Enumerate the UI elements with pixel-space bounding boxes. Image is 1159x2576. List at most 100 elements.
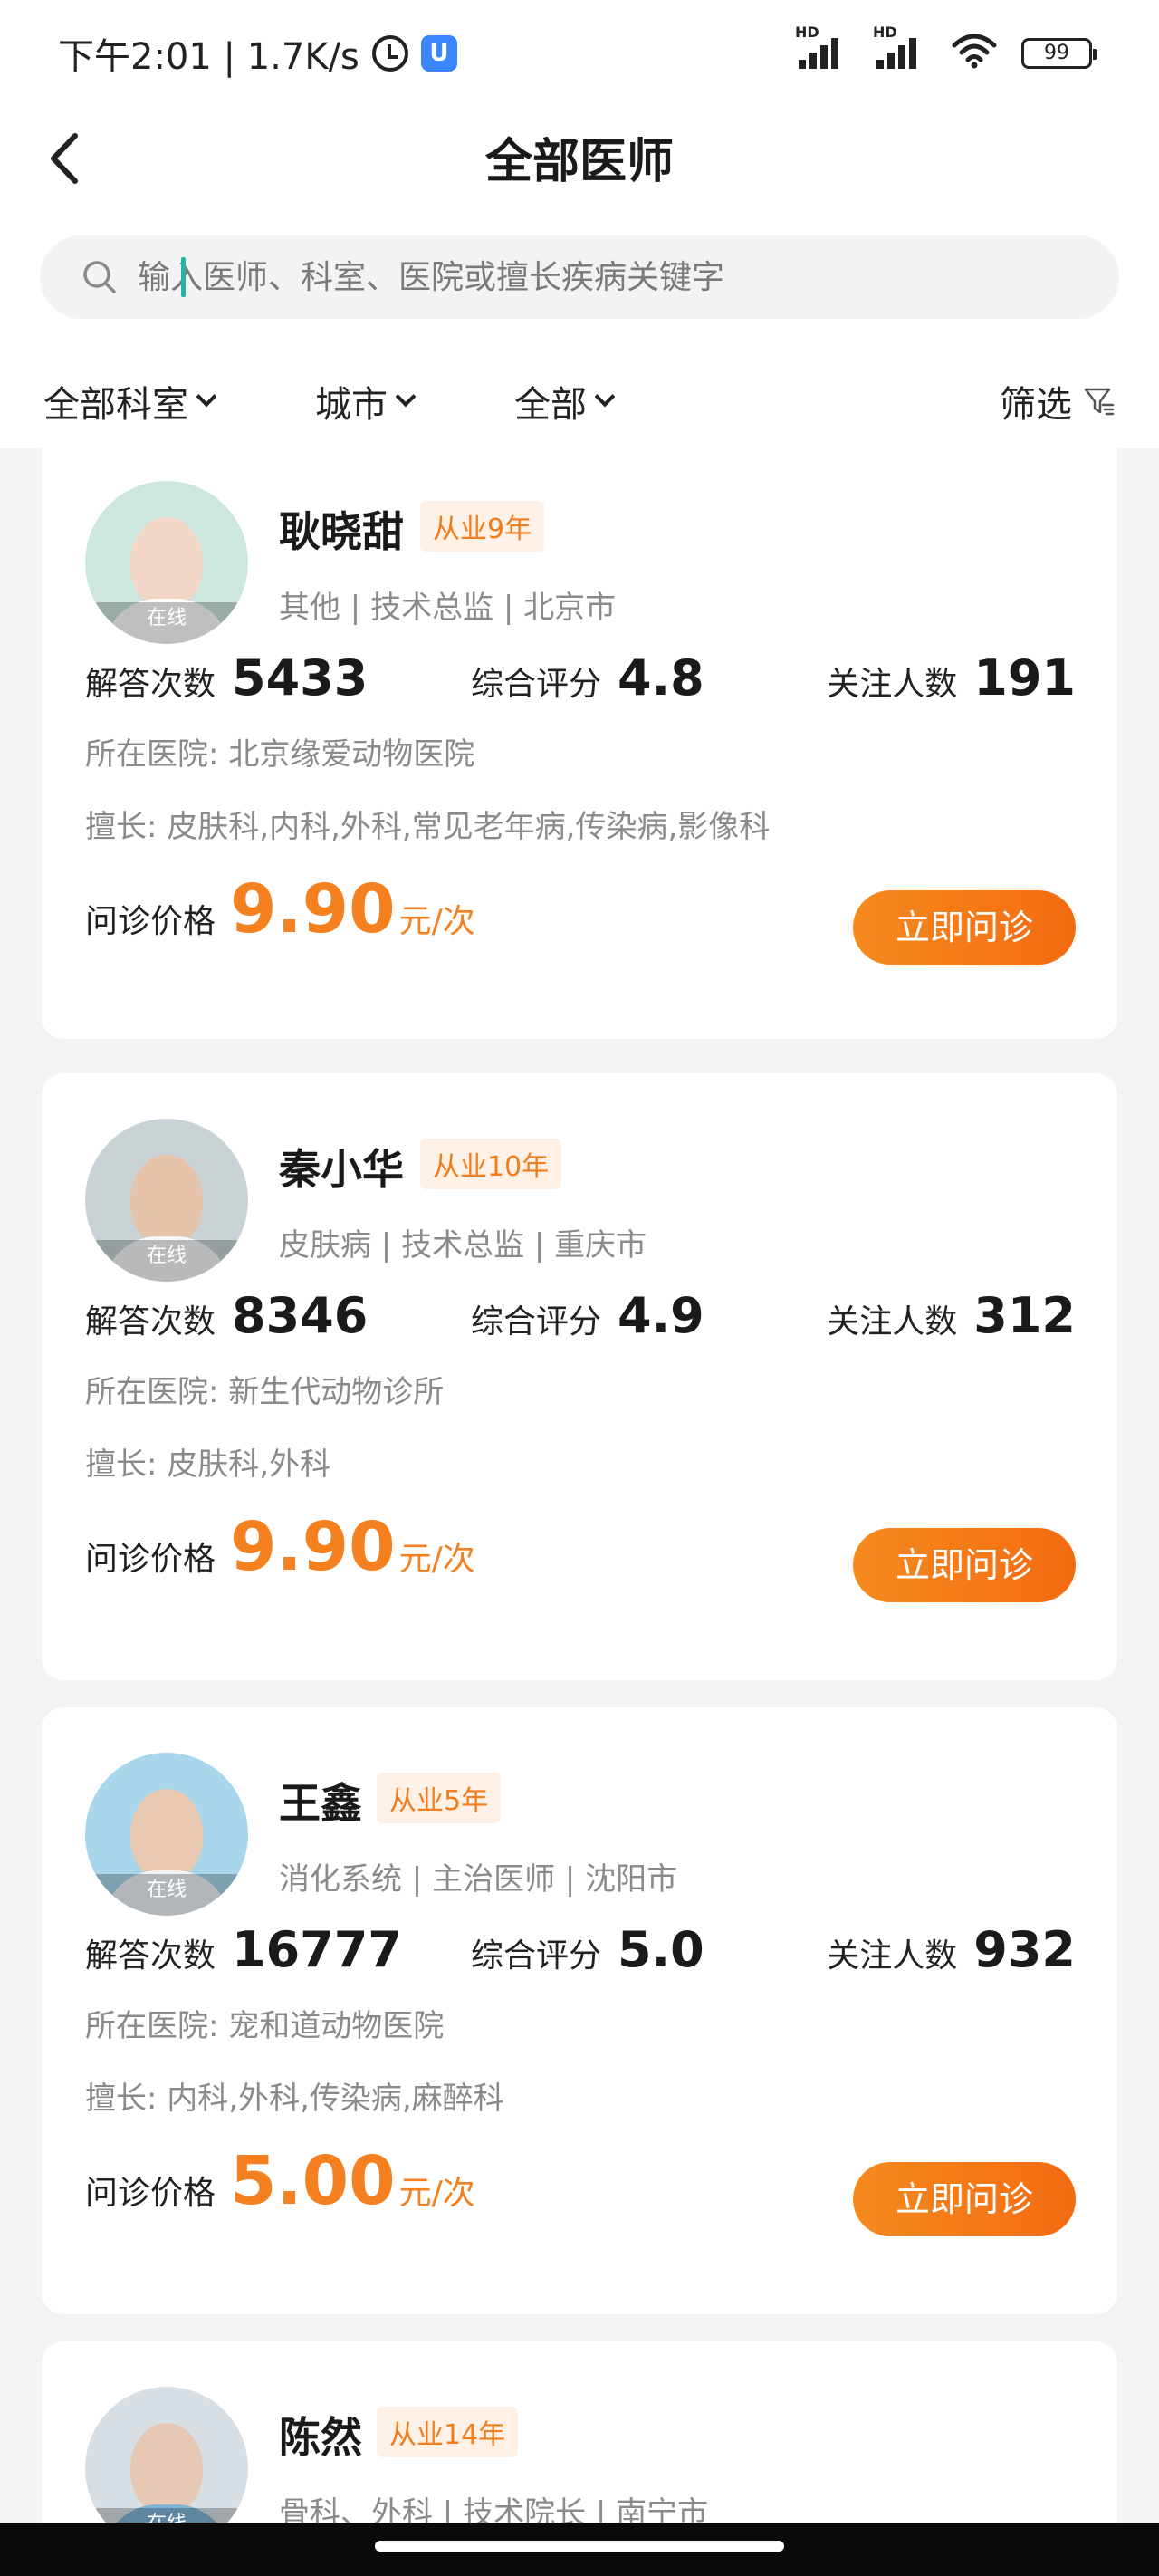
answers-stat: 解答次数 8346 bbox=[85, 1287, 368, 1344]
wifi-icon bbox=[952, 34, 997, 69]
chevron-down-icon bbox=[395, 386, 417, 408]
price-label: 问诊价格 bbox=[85, 2175, 216, 2212]
price-unit: 元/次 bbox=[398, 903, 475, 940]
online-label: 在线 bbox=[85, 1240, 248, 1282]
home-indicator[interactable] bbox=[375, 2541, 784, 2552]
doctor-name: 陈然 bbox=[279, 2413, 362, 2462]
online-label: 在线 bbox=[85, 2508, 248, 2523]
followers-label: 关注人数 bbox=[827, 1303, 958, 1341]
search-input[interactable] bbox=[138, 258, 1043, 296]
followers-value: 932 bbox=[973, 1921, 1076, 1978]
followers-value: 191 bbox=[973, 649, 1076, 706]
nav-bar: 全部医师 bbox=[0, 105, 1159, 223]
search-bar[interactable] bbox=[40, 235, 1119, 319]
rating-stat: 综合评分 4.9 bbox=[471, 1287, 704, 1344]
answers-stat: 解答次数 5433 bbox=[85, 649, 368, 706]
doctor-meta: 消化系统 | 主治医师 | 沈阳市 bbox=[279, 1861, 678, 1898]
alarm-icon bbox=[371, 35, 408, 72]
search-icon bbox=[80, 257, 120, 297]
rating-stat: 综合评分 4.8 bbox=[471, 649, 704, 706]
signal-sim2-icon: HD bbox=[873, 24, 927, 69]
answers-value: 16777 bbox=[232, 1921, 402, 1978]
rating-value: 4.9 bbox=[618, 1287, 704, 1344]
gesture-bar bbox=[0, 2523, 1159, 2576]
specialty-text: 擅长: 内科,外科,传染病,麻醉科 bbox=[85, 2081, 504, 2117]
doctor-meta: 骨科、外科 | 技术院长 | 南宁市 bbox=[279, 2495, 709, 2523]
online-label: 在线 bbox=[85, 602, 248, 644]
answers-label: 解答次数 bbox=[85, 1937, 216, 1975]
hospital-text: 所在医院: 北京缘爱动物医院 bbox=[85, 736, 475, 773]
doctor-list: 在线 耿晓甜 从业9年 其他 | 技术总监 | 北京市 解答次数 5433 综合… bbox=[0, 448, 1159, 2523]
price-row: 问诊价格 5.00 元/次 bbox=[85, 2142, 475, 2220]
price-value: 9.90 bbox=[230, 1508, 396, 1586]
doctor-avatar: 在线 bbox=[85, 2387, 248, 2523]
price-label: 问诊价格 bbox=[85, 903, 216, 940]
rating-label: 综合评分 bbox=[471, 1937, 602, 1975]
doctor-avatar: 在线 bbox=[85, 1119, 248, 1282]
rating-label: 综合评分 bbox=[471, 666, 602, 703]
price-value: 9.90 bbox=[230, 870, 396, 948]
doctor-avatar: 在线 bbox=[85, 1753, 248, 1916]
consult-button[interactable]: 立即问诊 bbox=[853, 1528, 1076, 1602]
filter-all-label: 全部 bbox=[514, 384, 587, 426]
answers-stat: 解答次数 16777 bbox=[85, 1921, 402, 1978]
experience-badge: 从业10年 bbox=[420, 1139, 562, 1189]
filter-city-label: 城市 bbox=[315, 384, 388, 426]
experience-badge: 从业9年 bbox=[420, 501, 545, 552]
filter-all-dropdown[interactable]: 全部 bbox=[514, 375, 616, 428]
status-bar: 下午2:01 | 1.7K/s U HD HD 99 bbox=[0, 0, 1159, 105]
doctor-meta: 其他 | 技术总监 | 北京市 bbox=[279, 590, 617, 626]
chevron-down-icon bbox=[594, 386, 616, 408]
price-row: 问诊价格 9.90 元/次 bbox=[85, 1508, 475, 1586]
followers-stat: 关注人数 191 bbox=[827, 649, 1076, 706]
doctor-name: 王鑫 bbox=[279, 1779, 362, 1828]
text-caret bbox=[181, 257, 186, 297]
price-row: 问诊价格 9.90 元/次 bbox=[85, 870, 475, 948]
app-notification-icon: U bbox=[420, 35, 457, 72]
top-header-area: 下午2:01 | 1.7K/s U HD HD 99 全部医师 输入医师、科室、… bbox=[0, 0, 1159, 448]
followers-stat: 关注人数 932 bbox=[827, 1921, 1076, 1978]
price-value: 5.00 bbox=[230, 2142, 396, 2220]
doctor-card[interactable]: 在线 秦小华 从业10年 皮肤病 | 技术总监 | 重庆市 解答次数 8346 … bbox=[42, 1073, 1117, 1680]
status-time-speed: 下午2:01 | 1.7K/s bbox=[58, 36, 359, 78]
experience-badge: 从业5年 bbox=[377, 1773, 502, 1823]
rating-label: 综合评分 bbox=[471, 1303, 602, 1341]
price-unit: 元/次 bbox=[398, 2175, 475, 2212]
doctor-card[interactable]: 在线 王鑫 从业5年 消化系统 | 主治医师 | 沈阳市 解答次数 16777 … bbox=[42, 1707, 1117, 2314]
doctor-name: 秦小华 bbox=[279, 1145, 404, 1194]
rating-value: 4.8 bbox=[618, 649, 704, 706]
filter-screen-label: 筛选 bbox=[1000, 384, 1072, 426]
specialty-text: 擅长: 皮肤科,内科,外科,常见老年病,传染病,影像科 bbox=[85, 809, 771, 845]
answers-label: 解答次数 bbox=[85, 1303, 216, 1341]
consult-button[interactable]: 立即问诊 bbox=[853, 2162, 1076, 2236]
answers-value: 5433 bbox=[232, 649, 369, 706]
doctor-card[interactable]: 在线 耿晓甜 从业9年 其他 | 技术总监 | 北京市 解答次数 5433 综合… bbox=[42, 448, 1117, 1039]
doctor-name: 耿晓甜 bbox=[279, 507, 404, 556]
specialty-text: 擅长: 皮肤科,外科 bbox=[85, 1447, 331, 1483]
doctor-meta: 皮肤病 | 技术总监 | 重庆市 bbox=[279, 1227, 647, 1264]
filter-department-label: 全部科室 bbox=[43, 384, 188, 426]
rating-value: 5.0 bbox=[618, 1921, 704, 1978]
filter-city-dropdown[interactable]: 城市 bbox=[315, 375, 417, 428]
battery-icon: 99 bbox=[1021, 38, 1097, 69]
followers-value: 312 bbox=[973, 1287, 1076, 1344]
hospital-text: 所在医院: 新生代动物诊所 bbox=[85, 1374, 445, 1410]
filter-bar: 全部科室 城市 全部 筛选 bbox=[0, 359, 1159, 440]
page-title: 全部医师 bbox=[484, 135, 674, 189]
price-unit: 元/次 bbox=[398, 1541, 475, 1578]
answers-value: 8346 bbox=[232, 1287, 369, 1344]
filter-department-dropdown[interactable]: 全部科室 bbox=[43, 375, 217, 428]
doctor-avatar: 在线 bbox=[85, 481, 248, 644]
followers-label: 关注人数 bbox=[827, 666, 958, 703]
online-label: 在线 bbox=[85, 1874, 248, 1916]
signal-sim1-icon: HD bbox=[795, 24, 849, 69]
filter-screen-button[interactable]: 筛选 bbox=[1000, 375, 1116, 428]
funnel-icon bbox=[1084, 388, 1115, 416]
doctor-card[interactable]: 在线 陈然 从业14年 骨科、外科 | 技术院长 | 南宁市 bbox=[42, 2341, 1117, 2523]
consult-button[interactable]: 立即问诊 bbox=[853, 890, 1076, 965]
rating-stat: 综合评分 5.0 bbox=[471, 1921, 704, 1978]
answers-label: 解答次数 bbox=[85, 666, 216, 703]
followers-stat: 关注人数 312 bbox=[827, 1287, 1076, 1344]
chevron-down-icon bbox=[196, 386, 217, 408]
experience-badge: 从业14年 bbox=[377, 2407, 519, 2457]
